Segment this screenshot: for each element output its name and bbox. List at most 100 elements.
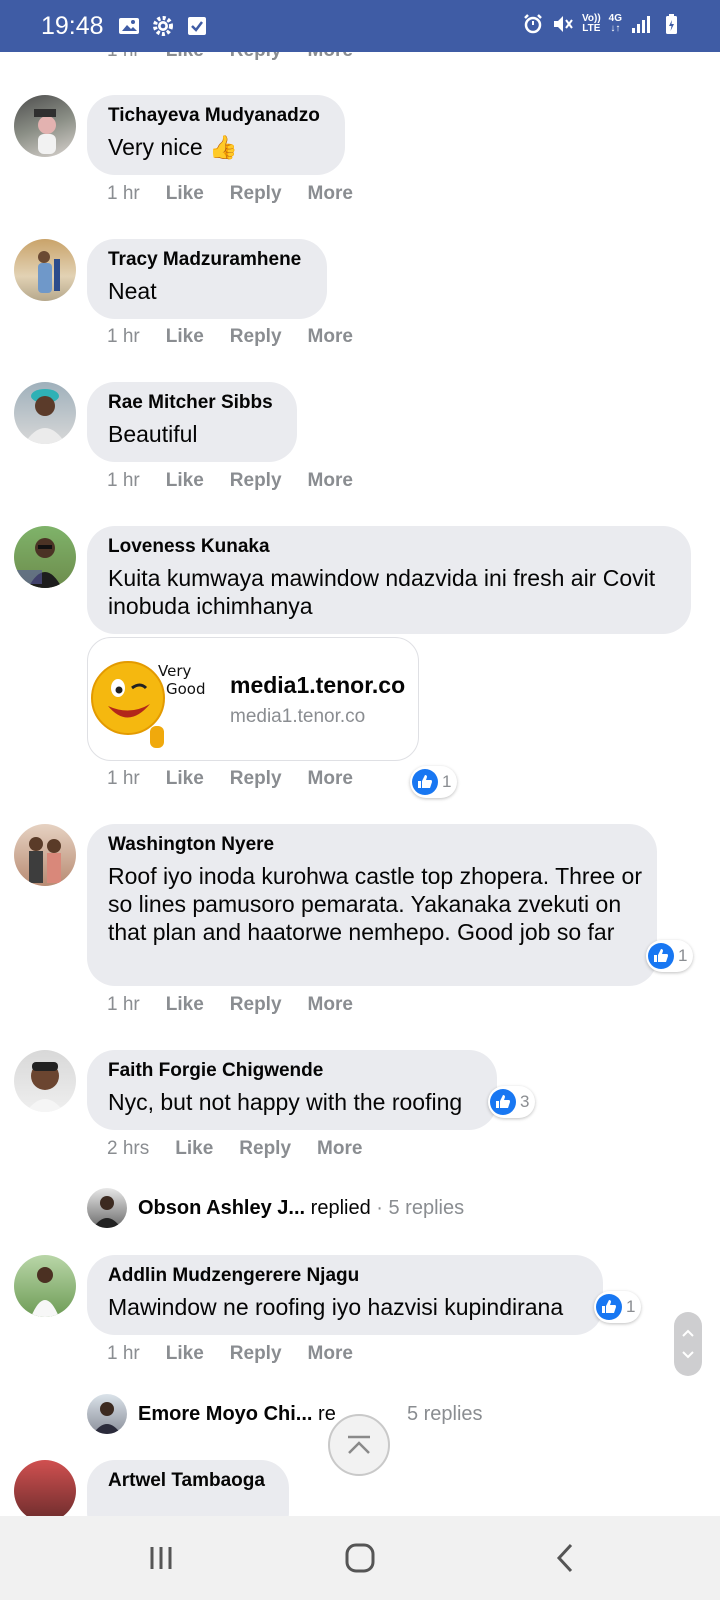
like-button[interactable]: Like — [166, 326, 204, 347]
avatar[interactable] — [14, 1050, 76, 1112]
avatar[interactable] — [14, 824, 76, 886]
reaction-number: 3 — [520, 1092, 530, 1111]
like-button[interactable]: Like — [166, 994, 204, 1015]
back-icon — [556, 1543, 573, 1573]
back-button[interactable] — [545, 1540, 585, 1576]
comment-text: Mawindow ne roofing iyo hazvisi kupindir… — [108, 1294, 564, 1320]
like-button[interactable]: Like — [166, 768, 204, 789]
like-button[interactable]: Like — [166, 52, 204, 61]
comment-bubble: Tracy Madzuramhene Neat — [87, 239, 327, 319]
comment-author[interactable]: Tracy Madzuramhene — [108, 249, 301, 271]
comment-time: 2 hrs — [107, 1138, 150, 1159]
comment-actions: 1 hr Like Reply More — [107, 470, 379, 492]
comment-bubble: Loveness Kunaka Kuita kumwaya mawindow n… — [87, 526, 691, 634]
link-domain: media1.tenor.co — [230, 706, 366, 727]
avatar[interactable] — [14, 95, 76, 157]
recents-icon — [150, 1547, 172, 1569]
reaction-number: 1 — [442, 772, 452, 791]
avatar[interactable] — [14, 1460, 76, 1516]
reaction-count[interactable]: 1 — [646, 940, 694, 972]
comment-author[interactable]: Addlin Mudzengerere Njagu — [108, 1265, 359, 1287]
reaction-count[interactable]: 1 — [594, 1291, 642, 1323]
avatar[interactable] — [14, 526, 76, 588]
like-button[interactable]: Like — [166, 183, 204, 204]
more-button[interactable]: More — [308, 52, 353, 61]
scroll-to-top-button[interactable] — [328, 1414, 390, 1476]
reply-button[interactable]: Reply — [230, 52, 282, 61]
reply-verb: re — [318, 1403, 336, 1425]
settings-icon — [153, 16, 173, 36]
avatar[interactable] — [14, 382, 76, 444]
reply-avatar[interactable] — [87, 1394, 127, 1434]
scroll-handle[interactable] — [674, 1312, 702, 1376]
comment-time: 1 hr — [107, 470, 140, 491]
reply-count: 5 replies — [406, 1403, 483, 1425]
like-icon — [596, 1294, 622, 1320]
comment-bubble: Rae Mitcher Sibbs Beautiful — [87, 382, 297, 462]
more-button[interactable]: More — [308, 768, 353, 789]
view-replies-link[interactable]: Obson Ashley J... replied · 5 replies — [138, 1197, 464, 1220]
battery-icon — [666, 14, 677, 34]
comment-bubble: Tichayeva Mudyanadzo Very nice 👍 — [87, 95, 345, 175]
avatar[interactable] — [14, 239, 76, 301]
home-icon — [345, 1543, 375, 1573]
comment-actions: 1 hr Like Reply More — [107, 768, 379, 790]
comment-bubble: Faith Forgie Chigwende Nyc, but not happ… — [87, 1050, 497, 1130]
reaction-number: 1 — [626, 1297, 636, 1316]
alarm-icon — [524, 14, 542, 34]
reply-button[interactable]: Reply — [230, 183, 282, 204]
comment-actions: 1 hr Like Reply More — [107, 994, 379, 1016]
reply-avatar[interactable] — [87, 1188, 127, 1228]
comment-text: Roof iyo inoda kurohwa castle top zhoper… — [108, 863, 642, 945]
status-bar: 19:48 Vo)) LTE 4G ↓↑ — [0, 0, 720, 52]
more-button[interactable]: More — [308, 1343, 353, 1364]
comment-time: 1 hr — [107, 1343, 140, 1364]
more-button[interactable]: More — [317, 1138, 362, 1159]
comment-author[interactable]: Rae Mitcher Sibbs — [108, 392, 273, 414]
reply-button[interactable]: Reply — [239, 1138, 291, 1159]
comment-author[interactable]: Tichayeva Mudyanadzo — [108, 105, 320, 127]
view-replies-link[interactable]: Emore Moyo Chi... re 5 replies — [138, 1403, 483, 1426]
comment-bubble: Artwel Tambaoga — [87, 1460, 289, 1516]
more-button[interactable]: More — [308, 183, 353, 204]
comment-author[interactable]: Faith Forgie Chigwende — [108, 1060, 323, 1082]
reply-button[interactable]: Reply — [230, 1343, 282, 1364]
link-preview-card[interactable]: Very Good media1.tenor.co media1.tenor.c… — [87, 637, 419, 761]
comment-text: Kuita kumwaya mawindow ndazvida ini fres… — [108, 565, 656, 619]
reply-verb: replied — [310, 1197, 371, 1219]
reply-button[interactable]: Reply — [230, 994, 282, 1015]
comment-bubble: Washington Nyere Roof iyo inoda kurohwa … — [87, 824, 657, 986]
comment-text: Nyc, but not happy with the roofing — [108, 1089, 463, 1115]
recents-button[interactable] — [141, 1540, 181, 1576]
checkbox-icon — [188, 17, 206, 35]
like-button[interactable]: Like — [175, 1138, 213, 1159]
comment-author[interactable]: Washington Nyere — [108, 834, 274, 856]
comment-author[interactable]: Artwel Tambaoga — [108, 1470, 265, 1492]
gif-thumbnail: Very Good — [88, 638, 216, 760]
mute-icon — [553, 16, 573, 32]
reaction-count[interactable]: 3 — [488, 1086, 536, 1118]
gif-text: Very — [158, 662, 192, 680]
comment-actions: 1 hr Like Reply More — [107, 1343, 379, 1365]
comments-feed[interactable]: 1 hr Like Reply More Tichayeva Mudyanadzo V… — [0, 52, 720, 1516]
like-button[interactable]: Like — [166, 470, 204, 491]
comment-actions: 1 hr Like Reply More — [107, 183, 379, 205]
reply-button[interactable]: Reply — [230, 470, 282, 491]
reaction-number: 1 — [678, 946, 688, 965]
more-button[interactable]: More — [308, 326, 353, 347]
navigation-bar — [0, 1516, 720, 1600]
home-button[interactable] — [340, 1540, 380, 1576]
avatar[interactable] — [14, 1255, 76, 1317]
reaction-count[interactable]: 1 — [410, 766, 458, 798]
reply-author: Obson Ashley J... — [138, 1197, 306, 1219]
more-button[interactable]: More — [308, 994, 353, 1015]
comment-text: Very nice 👍 — [108, 134, 238, 160]
reply-count: · 5 replies — [376, 1197, 465, 1219]
comment-author[interactable]: Loveness Kunaka — [108, 536, 270, 558]
reply-button[interactable]: Reply — [230, 326, 282, 347]
like-button[interactable]: Like — [166, 1343, 204, 1364]
more-button[interactable]: More — [308, 470, 353, 491]
reply-button[interactable]: Reply — [230, 768, 282, 789]
link-title[interactable]: media1.tenor.co — [230, 672, 405, 699]
image-icon — [119, 18, 139, 34]
